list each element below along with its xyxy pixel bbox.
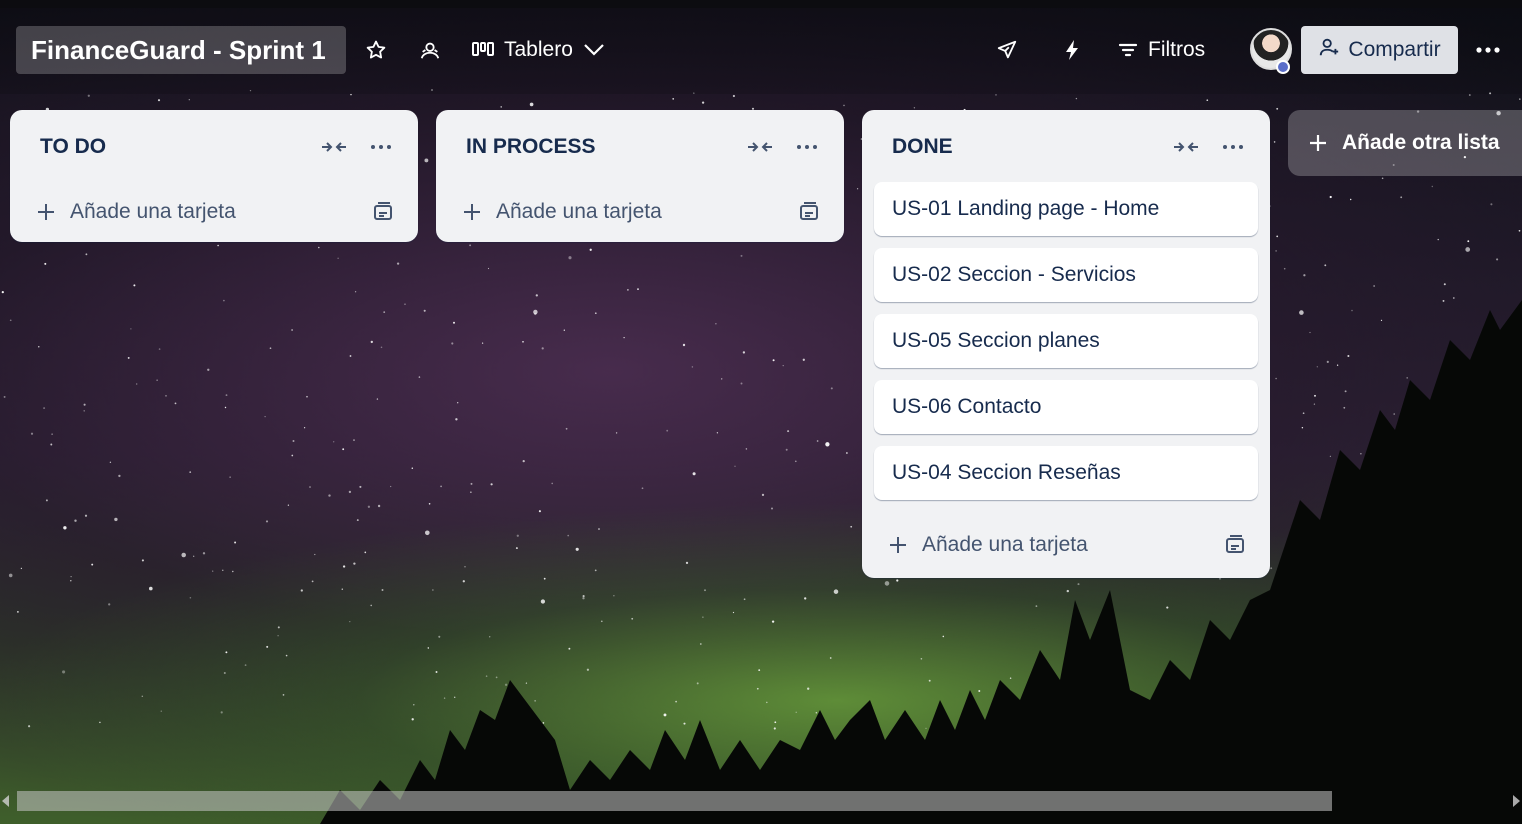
list-menu-icon[interactable] — [794, 134, 820, 160]
power-ups-icon[interactable] — [990, 30, 1024, 70]
card-template-icon[interactable] — [798, 201, 820, 223]
board-view-icon — [472, 41, 494, 59]
add-card-label: Añade una tarjeta — [496, 200, 662, 223]
list-to-do: TO DO Añade una tarjeta — [10, 110, 418, 242]
card[interactable]: US-01 Landing page - Home — [874, 182, 1258, 236]
filters-button[interactable]: Filtros — [1112, 30, 1230, 70]
list-menu-icon[interactable] — [1220, 134, 1246, 160]
list-header: IN PROCESS — [436, 110, 844, 182]
list-done: DONE US-01 Landing page - Home US-02 Sec… — [862, 110, 1270, 578]
chevron-down-icon — [583, 43, 605, 57]
star-icon[interactable] — [360, 30, 392, 70]
collapse-list-icon[interactable] — [746, 134, 774, 160]
view-switcher[interactable]: Tablero — [466, 30, 632, 70]
list-header: TO DO — [10, 110, 418, 182]
scroll-right-arrow-icon[interactable] — [1513, 795, 1520, 807]
card[interactable]: US-04 Seccion Reseñas — [874, 446, 1258, 500]
horizontal-scrollbar[interactable] — [0, 788, 1522, 814]
list-title[interactable]: IN PROCESS — [466, 135, 596, 159]
board-header: FinanceGuard - Sprint 1 Tablero Filtros … — [0, 8, 1522, 94]
card-list: US-01 Landing page - Home US-02 Seccion … — [862, 182, 1270, 500]
board-visibility-icon[interactable] — [414, 30, 446, 70]
list-in-process: IN PROCESS Añade una tarjeta — [436, 110, 844, 242]
plus-icon — [464, 204, 480, 220]
add-member-icon — [1318, 36, 1340, 64]
card-template-icon[interactable] — [372, 201, 394, 223]
plus-icon — [890, 537, 906, 553]
card[interactable]: US-05 Seccion planes — [874, 314, 1258, 368]
automation-icon[interactable] — [1056, 30, 1088, 70]
add-list-button[interactable]: Añade otra lista — [1288, 110, 1522, 176]
list-menu-icon[interactable] — [368, 134, 394, 160]
add-card-button[interactable]: Añade una tarjeta — [862, 512, 1270, 578]
card-template-icon[interactable] — [1224, 534, 1246, 556]
plus-icon — [38, 204, 54, 220]
plus-icon — [1310, 135, 1326, 151]
filter-icon — [1118, 42, 1138, 58]
window-top-edge — [0, 0, 1522, 8]
share-button[interactable]: Compartir — [1301, 26, 1458, 74]
add-card-button[interactable]: Añade una tarjeta — [10, 182, 418, 242]
scrollbar-thumb[interactable] — [17, 791, 1332, 811]
view-switcher-label: Tablero — [504, 38, 573, 61]
share-label: Compartir — [1348, 38, 1441, 61]
add-list-label: Añade otra lista — [1342, 131, 1500, 154]
collapse-list-icon[interactable] — [320, 134, 348, 160]
admin-badge-icon — [1276, 60, 1290, 74]
filters-label: Filtros — [1148, 38, 1206, 61]
add-card-label: Añade una tarjeta — [922, 533, 1088, 556]
board-title[interactable]: FinanceGuard - Sprint 1 — [16, 26, 346, 74]
board-menu-icon[interactable] — [1470, 30, 1506, 70]
scroll-left-arrow-icon[interactable] — [2, 795, 9, 807]
add-card-button[interactable]: Añade una tarjeta — [436, 182, 844, 242]
add-card-label: Añade una tarjeta — [70, 200, 236, 223]
list-header: DONE — [862, 110, 1270, 182]
card[interactable]: US-06 Contacto — [874, 380, 1258, 434]
list-title[interactable]: DONE — [892, 135, 953, 159]
collapse-list-icon[interactable] — [1172, 134, 1200, 160]
card[interactable]: US-02 Seccion - Servicios — [874, 248, 1258, 302]
list-title[interactable]: TO DO — [40, 135, 106, 159]
